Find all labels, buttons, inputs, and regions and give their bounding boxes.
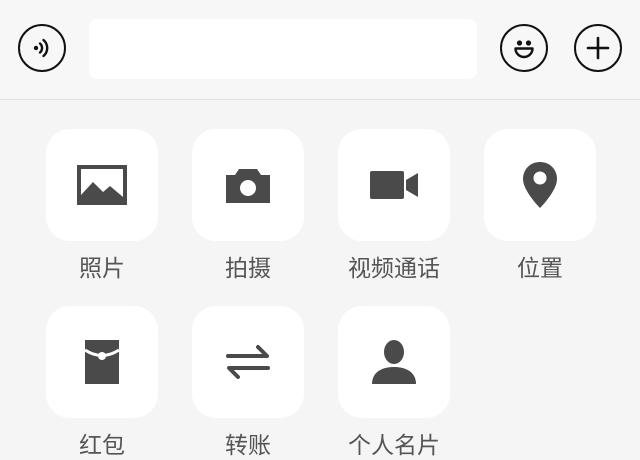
tile-red-packet-label: 红包 (79, 433, 125, 459)
tile-location[interactable]: 位置 (484, 129, 596, 283)
tile-photo-label: 照片 (79, 256, 125, 282)
plus-icon (586, 36, 610, 60)
voice-wave-icon (33, 38, 49, 58)
tile-location-label: 位置 (517, 256, 563, 282)
voice-input-button[interactable] (18, 24, 66, 72)
emoji-button[interactable] (500, 24, 548, 72)
message-input[interactable] (89, 19, 477, 79)
tile-transfer[interactable]: 转账 (192, 306, 304, 460)
tile-transfer-button[interactable] (192, 306, 304, 418)
tile-camera-button[interactable] (192, 129, 304, 241)
contact-card-icon (372, 340, 416, 384)
tile-video-call[interactable]: 视频通话 (338, 129, 450, 283)
red-packet-icon (84, 340, 120, 384)
photo-icon (77, 165, 127, 205)
chat-input-bar (0, 0, 640, 100)
tile-transfer-label: 转账 (225, 433, 271, 459)
tile-photo-button[interactable] (46, 129, 158, 241)
transfer-icon (226, 345, 270, 379)
tile-photo[interactable]: 照片 (46, 129, 158, 283)
camera-icon (226, 169, 270, 203)
tile-contact-card-button[interactable] (338, 306, 450, 418)
video-call-icon (370, 171, 418, 199)
tile-contact-card[interactable]: 个人名片 (338, 306, 450, 460)
tile-location-button[interactable] (484, 129, 596, 241)
tile-red-packet[interactable]: 红包 (46, 306, 158, 460)
tile-red-packet-button[interactable] (46, 306, 158, 418)
location-pin-icon (523, 162, 557, 208)
tile-video-call-button[interactable] (338, 129, 450, 241)
more-functions-button[interactable] (574, 24, 622, 72)
smiley-face-icon (514, 40, 534, 59)
tile-video-call-label: 视频通话 (348, 256, 440, 282)
function-panel: 照片 拍摄 视频通话 位置 红包 转账 个人名片 (0, 101, 640, 459)
tile-camera-label: 拍摄 (225, 256, 271, 282)
tile-contact-card-label: 个人名片 (348, 433, 440, 459)
tile-camera[interactable]: 拍摄 (192, 129, 304, 283)
